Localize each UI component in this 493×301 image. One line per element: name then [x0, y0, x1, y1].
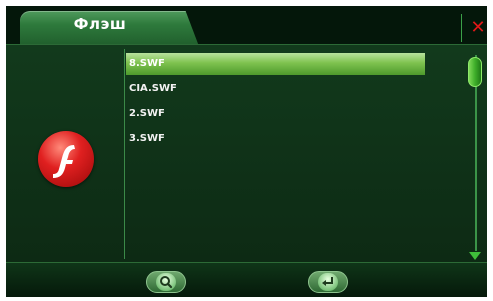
main-panel: 8.SWF CIA.SWF 2.SWF 3.SWF	[6, 44, 487, 263]
flash-player-screen: Флэш ✕ 8.SWF CIA.SWF 2.SWF 3.SWF	[6, 6, 487, 297]
close-separator	[461, 14, 462, 42]
list-item[interactable]: 2.SWF	[126, 103, 425, 125]
pane-divider	[124, 49, 125, 259]
file-list: 8.SWF CIA.SWF 2.SWF 3.SWF	[126, 53, 426, 253]
list-item[interactable]: 8.SWF	[126, 53, 425, 75]
bottom-toolbar	[6, 262, 487, 297]
flash-logo-icon	[38, 131, 94, 187]
return-arrow-icon	[318, 273, 338, 291]
page-title: Флэш	[73, 15, 127, 33]
close-button[interactable]: ✕	[468, 14, 487, 42]
scrollbar-thumb[interactable]	[468, 57, 482, 87]
triangle-down-icon[interactable]	[469, 252, 481, 260]
list-item[interactable]: CIA.SWF	[126, 78, 425, 100]
left-pane	[6, 45, 124, 263]
close-icon: ✕	[470, 17, 486, 38]
enter-button[interactable]	[308, 271, 348, 293]
list-item[interactable]: 3.SWF	[126, 128, 425, 150]
search-button[interactable]	[146, 271, 186, 293]
magnifier-icon	[156, 273, 176, 291]
